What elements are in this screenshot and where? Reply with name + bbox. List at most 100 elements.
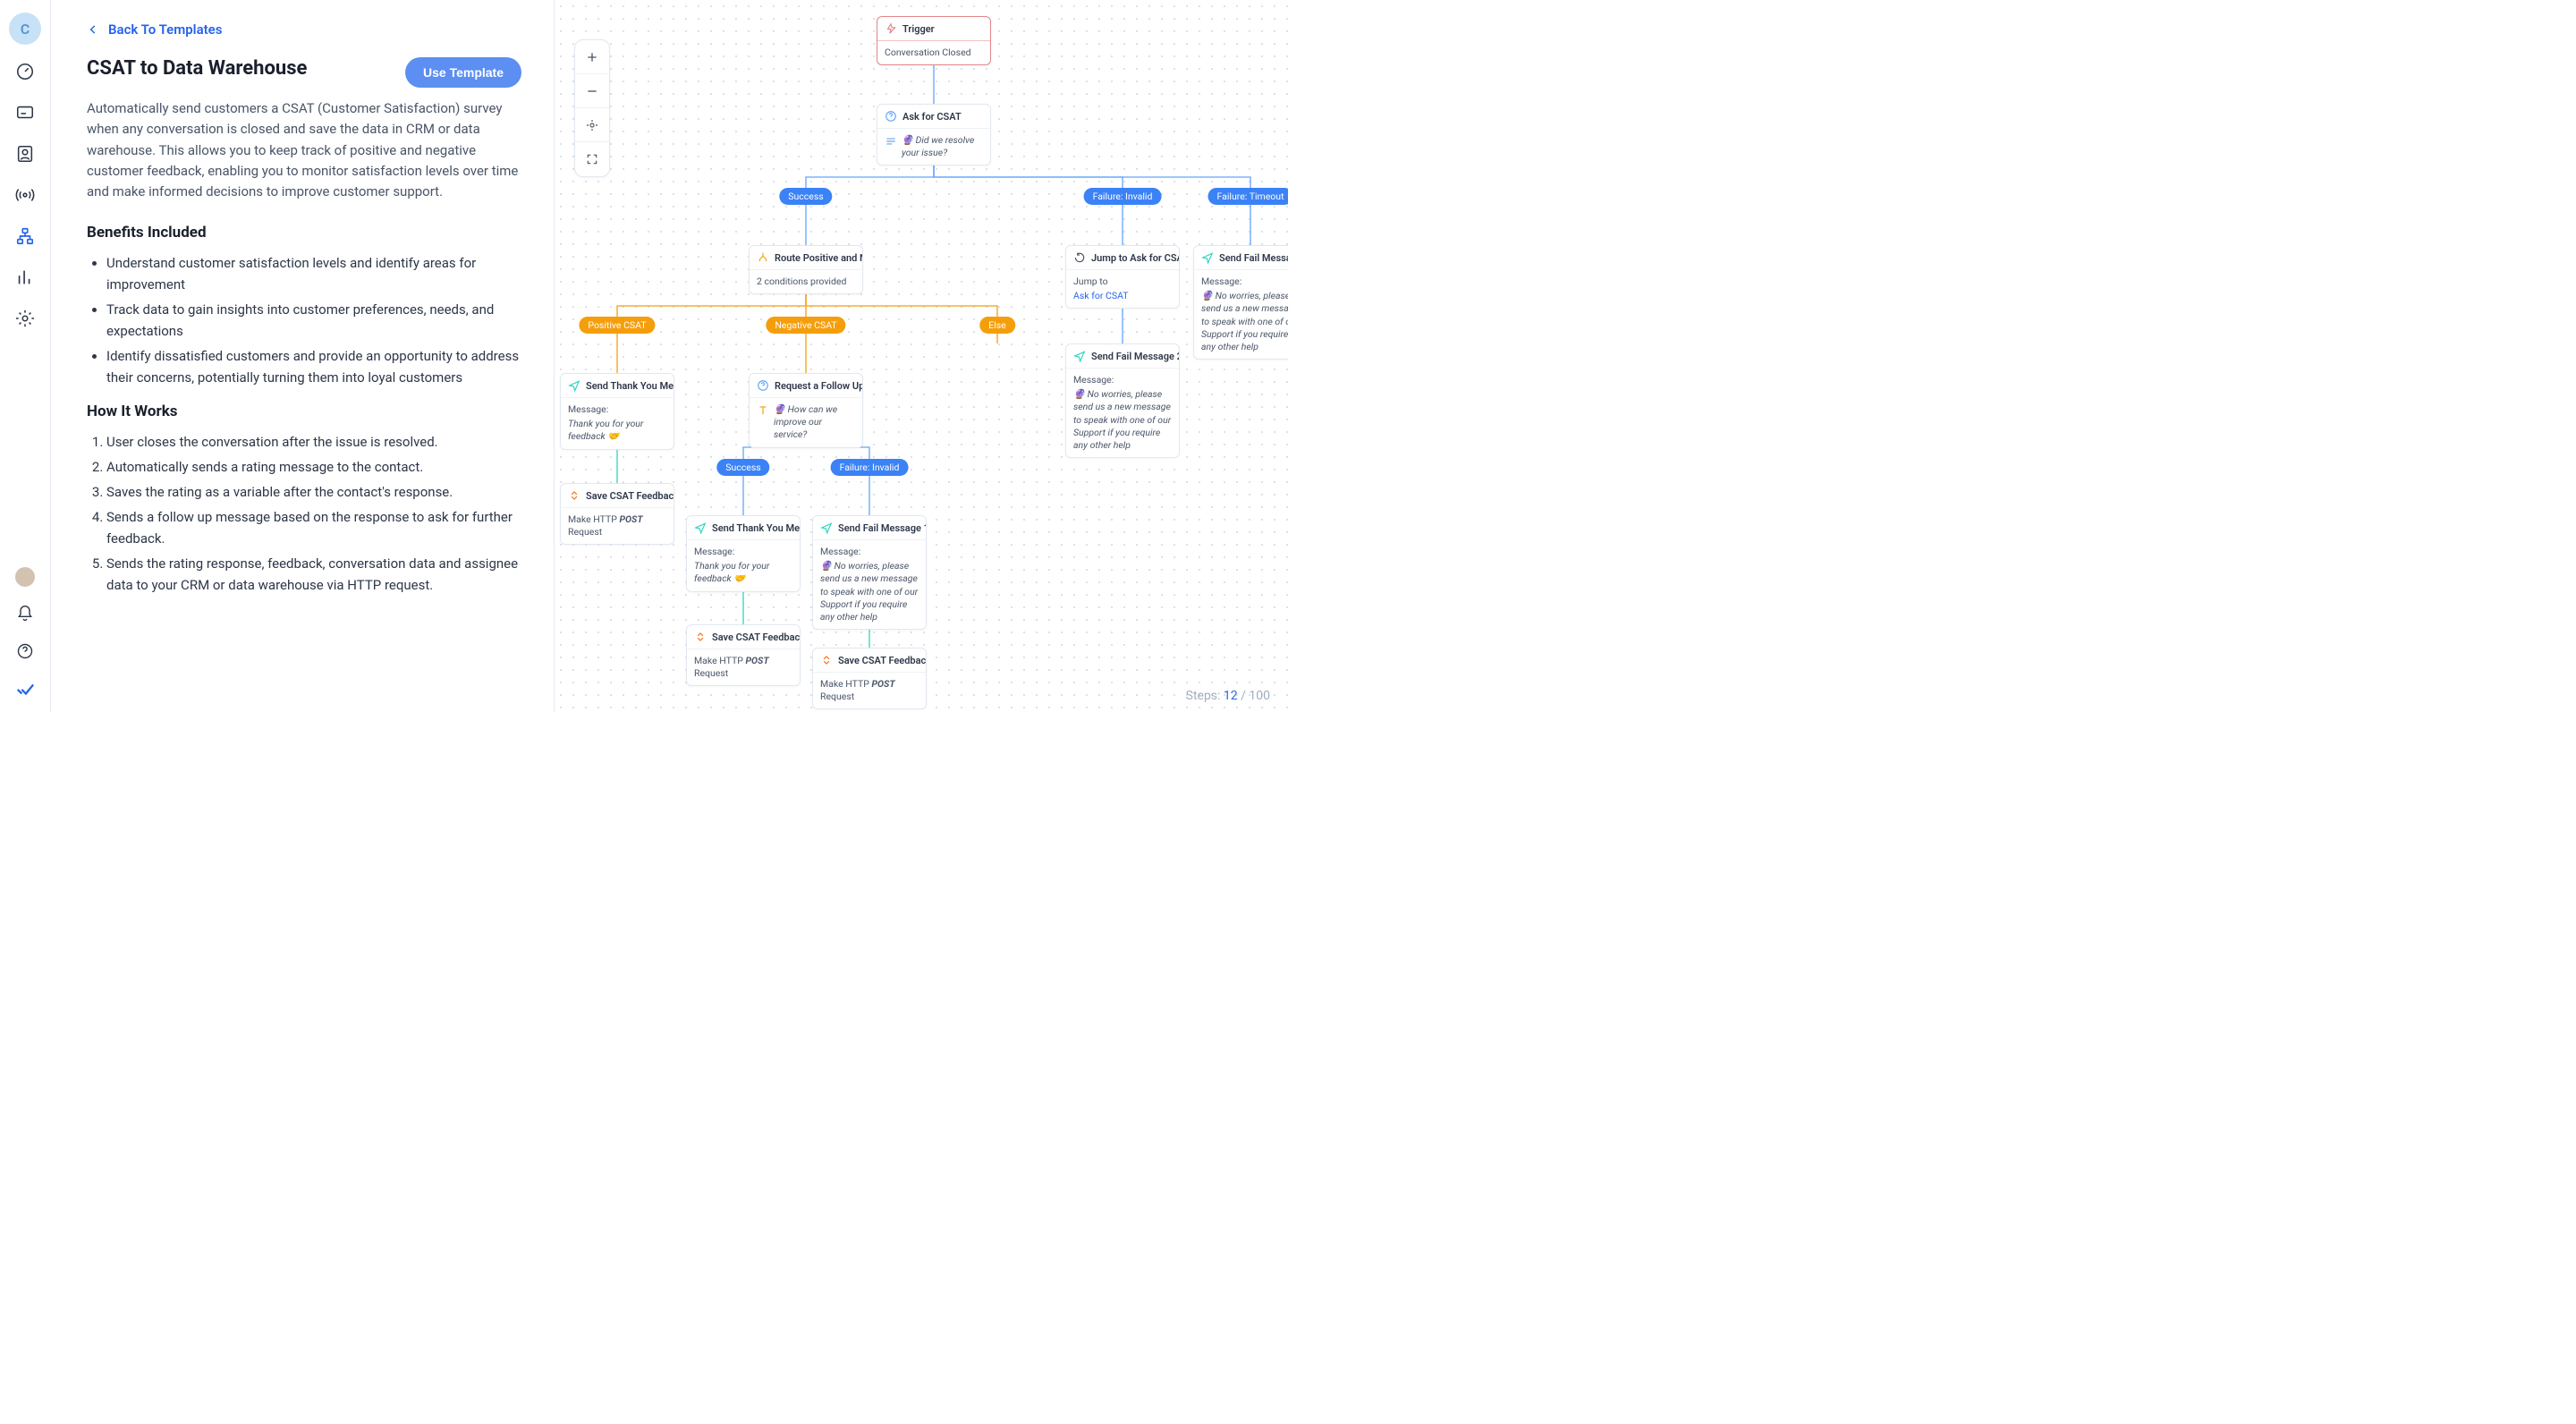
- send-icon: [1201, 251, 1214, 264]
- inbox-icon[interactable]: [14, 102, 36, 123]
- http-icon: [694, 631, 707, 643]
- send-icon: [1073, 350, 1086, 362]
- how-list: User closes the conversation after the i…: [87, 431, 521, 596]
- app-logo-icon[interactable]: [14, 678, 36, 699]
- help-icon[interactable]: [14, 640, 36, 662]
- branch-pill-negative: Negative CSAT: [766, 317, 845, 334]
- steps-counter: Steps: 12 / 100: [1186, 689, 1270, 703]
- settings-icon[interactable]: [14, 308, 36, 329]
- template-description: Automatically send customers a CSAT (Cus…: [87, 98, 521, 202]
- http-icon: [820, 654, 833, 666]
- node-message: Thank you for your feedback 🤝: [694, 560, 769, 584]
- list-item: Track data to gain insights into custome…: [106, 299, 521, 342]
- zoom-in-button[interactable]: [575, 40, 609, 74]
- node-label: Message:: [694, 546, 792, 558]
- node-subtitle: 2 conditions provided: [757, 275, 846, 287]
- trigger-icon: [885, 22, 897, 35]
- node-save-2[interactable]: Save CSAT Feedback 2 Make HTTP POST Requ…: [686, 624, 801, 686]
- node-message: 🔮 No worries, please send us a new messa…: [820, 560, 918, 623]
- user-avatar[interactable]: [15, 567, 35, 587]
- node-label: Message:: [820, 546, 919, 558]
- workspace-avatar[interactable]: C: [9, 13, 41, 45]
- node-subtitle: Conversation Closed: [885, 47, 971, 58]
- http-icon: [568, 489, 580, 502]
- http-pre: Make HTTP: [820, 678, 871, 690]
- http-method: POST: [871, 678, 894, 690]
- benefits-list: Understand customer satisfaction levels …: [87, 252, 521, 388]
- use-template-button[interactable]: Use Template: [405, 57, 521, 88]
- node-title: Save CSAT Feedback 3: [838, 655, 926, 666]
- node-title: Send Fail Message 3: [1219, 252, 1288, 264]
- question-icon: [885, 110, 897, 123]
- node-title: Jump to Ask for CSAT: [1091, 252, 1179, 264]
- list-item: Automatically sends a rating message to …: [106, 456, 521, 478]
- how-heading: How It Works: [87, 403, 521, 420]
- fullscreen-button[interactable]: [575, 142, 609, 176]
- back-link-label: Back To Templates: [108, 21, 222, 38]
- steps-label: Steps:: [1186, 689, 1221, 703]
- node-jump[interactable]: Jump to Ask for CSAT Jump to Ask for CSAT: [1065, 245, 1180, 309]
- node-message: 🔮 How can we improve our service?: [774, 403, 855, 442]
- send-icon: [694, 521, 707, 534]
- branch-pill-else: Else: [979, 317, 1015, 334]
- node-ask-csat[interactable]: Ask for CSAT 🔮 Did we resolve your issue…: [877, 104, 991, 165]
- node-title: Route Positive and Ne…: [775, 252, 862, 264]
- dashboard-icon[interactable]: [14, 61, 36, 82]
- http-method: POST: [745, 655, 768, 666]
- app-sidebar: C: [0, 0, 51, 712]
- avatar-letter: C: [21, 21, 30, 38]
- http-method: POST: [619, 513, 642, 525]
- node-save-3[interactable]: Save CSAT Feedback 3 Make HTTP POST Requ…: [812, 648, 927, 709]
- send-icon: [568, 379, 580, 392]
- node-title: Save CSAT Feedback 1: [586, 490, 674, 502]
- node-route[interactable]: Route Positive and Ne… 2 conditions prov…: [749, 245, 863, 294]
- text-icon: [885, 135, 897, 148]
- node-thank-2[interactable]: Send Thank You Mess… Message:Thank you f…: [686, 515, 801, 592]
- list-item: Sends a follow up message based on the r…: [106, 506, 521, 549]
- list-item: Sends the rating response, feedback, con…: [106, 553, 521, 596]
- chevron-left-icon: [87, 23, 99, 36]
- details-panel: Back To Templates CSAT to Data Warehouse…: [51, 0, 555, 712]
- node-fail-1[interactable]: Send Fail Message 1 Message: 🔮 No worries…: [812, 515, 927, 630]
- node-save-1[interactable]: Save CSAT Feedback 1 Make HTTP POST Requ…: [560, 483, 674, 545]
- node-thank-1[interactable]: Send Thank You Mess… Message:Thank you f…: [560, 373, 674, 450]
- node-title: Save CSAT Feedback 2: [712, 631, 800, 643]
- node-followup[interactable]: Request a Follow Up F… 🔮 How can we impr…: [749, 373, 863, 448]
- node-label: Jump to: [1073, 275, 1172, 288]
- send-icon: [820, 521, 833, 534]
- node-title: Request a Follow Up F…: [775, 380, 862, 392]
- benefits-heading: Benefits Included: [87, 224, 521, 242]
- steps-total: 100: [1249, 689, 1270, 703]
- http-post: Request: [820, 691, 854, 702]
- back-link[interactable]: Back To Templates: [87, 21, 521, 38]
- page-title: CSAT to Data Warehouse: [87, 57, 307, 80]
- branch-pill-invalid: Failure: Invalid: [1084, 188, 1162, 205]
- node-label: Message:: [568, 403, 666, 416]
- jump-target-link[interactable]: Ask for CSAT: [1073, 290, 1129, 301]
- contacts-icon[interactable]: [14, 143, 36, 165]
- center-button[interactable]: [575, 108, 609, 142]
- broadcast-icon[interactable]: [14, 184, 36, 206]
- reports-icon[interactable]: [14, 267, 36, 288]
- http-pre: Make HTTP: [694, 655, 745, 666]
- node-fail-3[interactable]: Send Fail Message 3 Message: 🔮 No worries…: [1193, 245, 1288, 360]
- workflow-canvas[interactable]: Success Failure: Invalid Failure: Timeou…: [555, 0, 1288, 712]
- node-message: 🔮 No worries, please send us a new messa…: [1073, 388, 1171, 451]
- node-label: Message:: [1201, 275, 1288, 288]
- list-item: User closes the conversation after the i…: [106, 431, 521, 453]
- workflows-icon[interactable]: [14, 225, 36, 247]
- http-post: Request: [694, 667, 728, 679]
- zoom-controls: [574, 39, 610, 177]
- jump-icon: [1073, 251, 1086, 264]
- list-item: Understand customer satisfaction levels …: [106, 252, 521, 295]
- node-message: 🔮 No worries, please send us a new messa…: [1201, 290, 1288, 352]
- node-message: Thank you for your feedback 🤝: [568, 418, 643, 442]
- http-pre: Make HTTP: [568, 513, 619, 525]
- node-fail-2[interactable]: Send Fail Message 2 Message:🔮 No worries…: [1065, 343, 1180, 458]
- notifications-icon[interactable]: [14, 603, 36, 624]
- node-title: Send Fail Message 1: [838, 522, 926, 534]
- branch-icon: [757, 251, 769, 264]
- zoom-out-button[interactable]: [575, 74, 609, 108]
- node-trigger[interactable]: Trigger Conversation Closed: [877, 16, 991, 65]
- branch-pill-timeout: Failure: Timeout: [1208, 188, 1288, 205]
